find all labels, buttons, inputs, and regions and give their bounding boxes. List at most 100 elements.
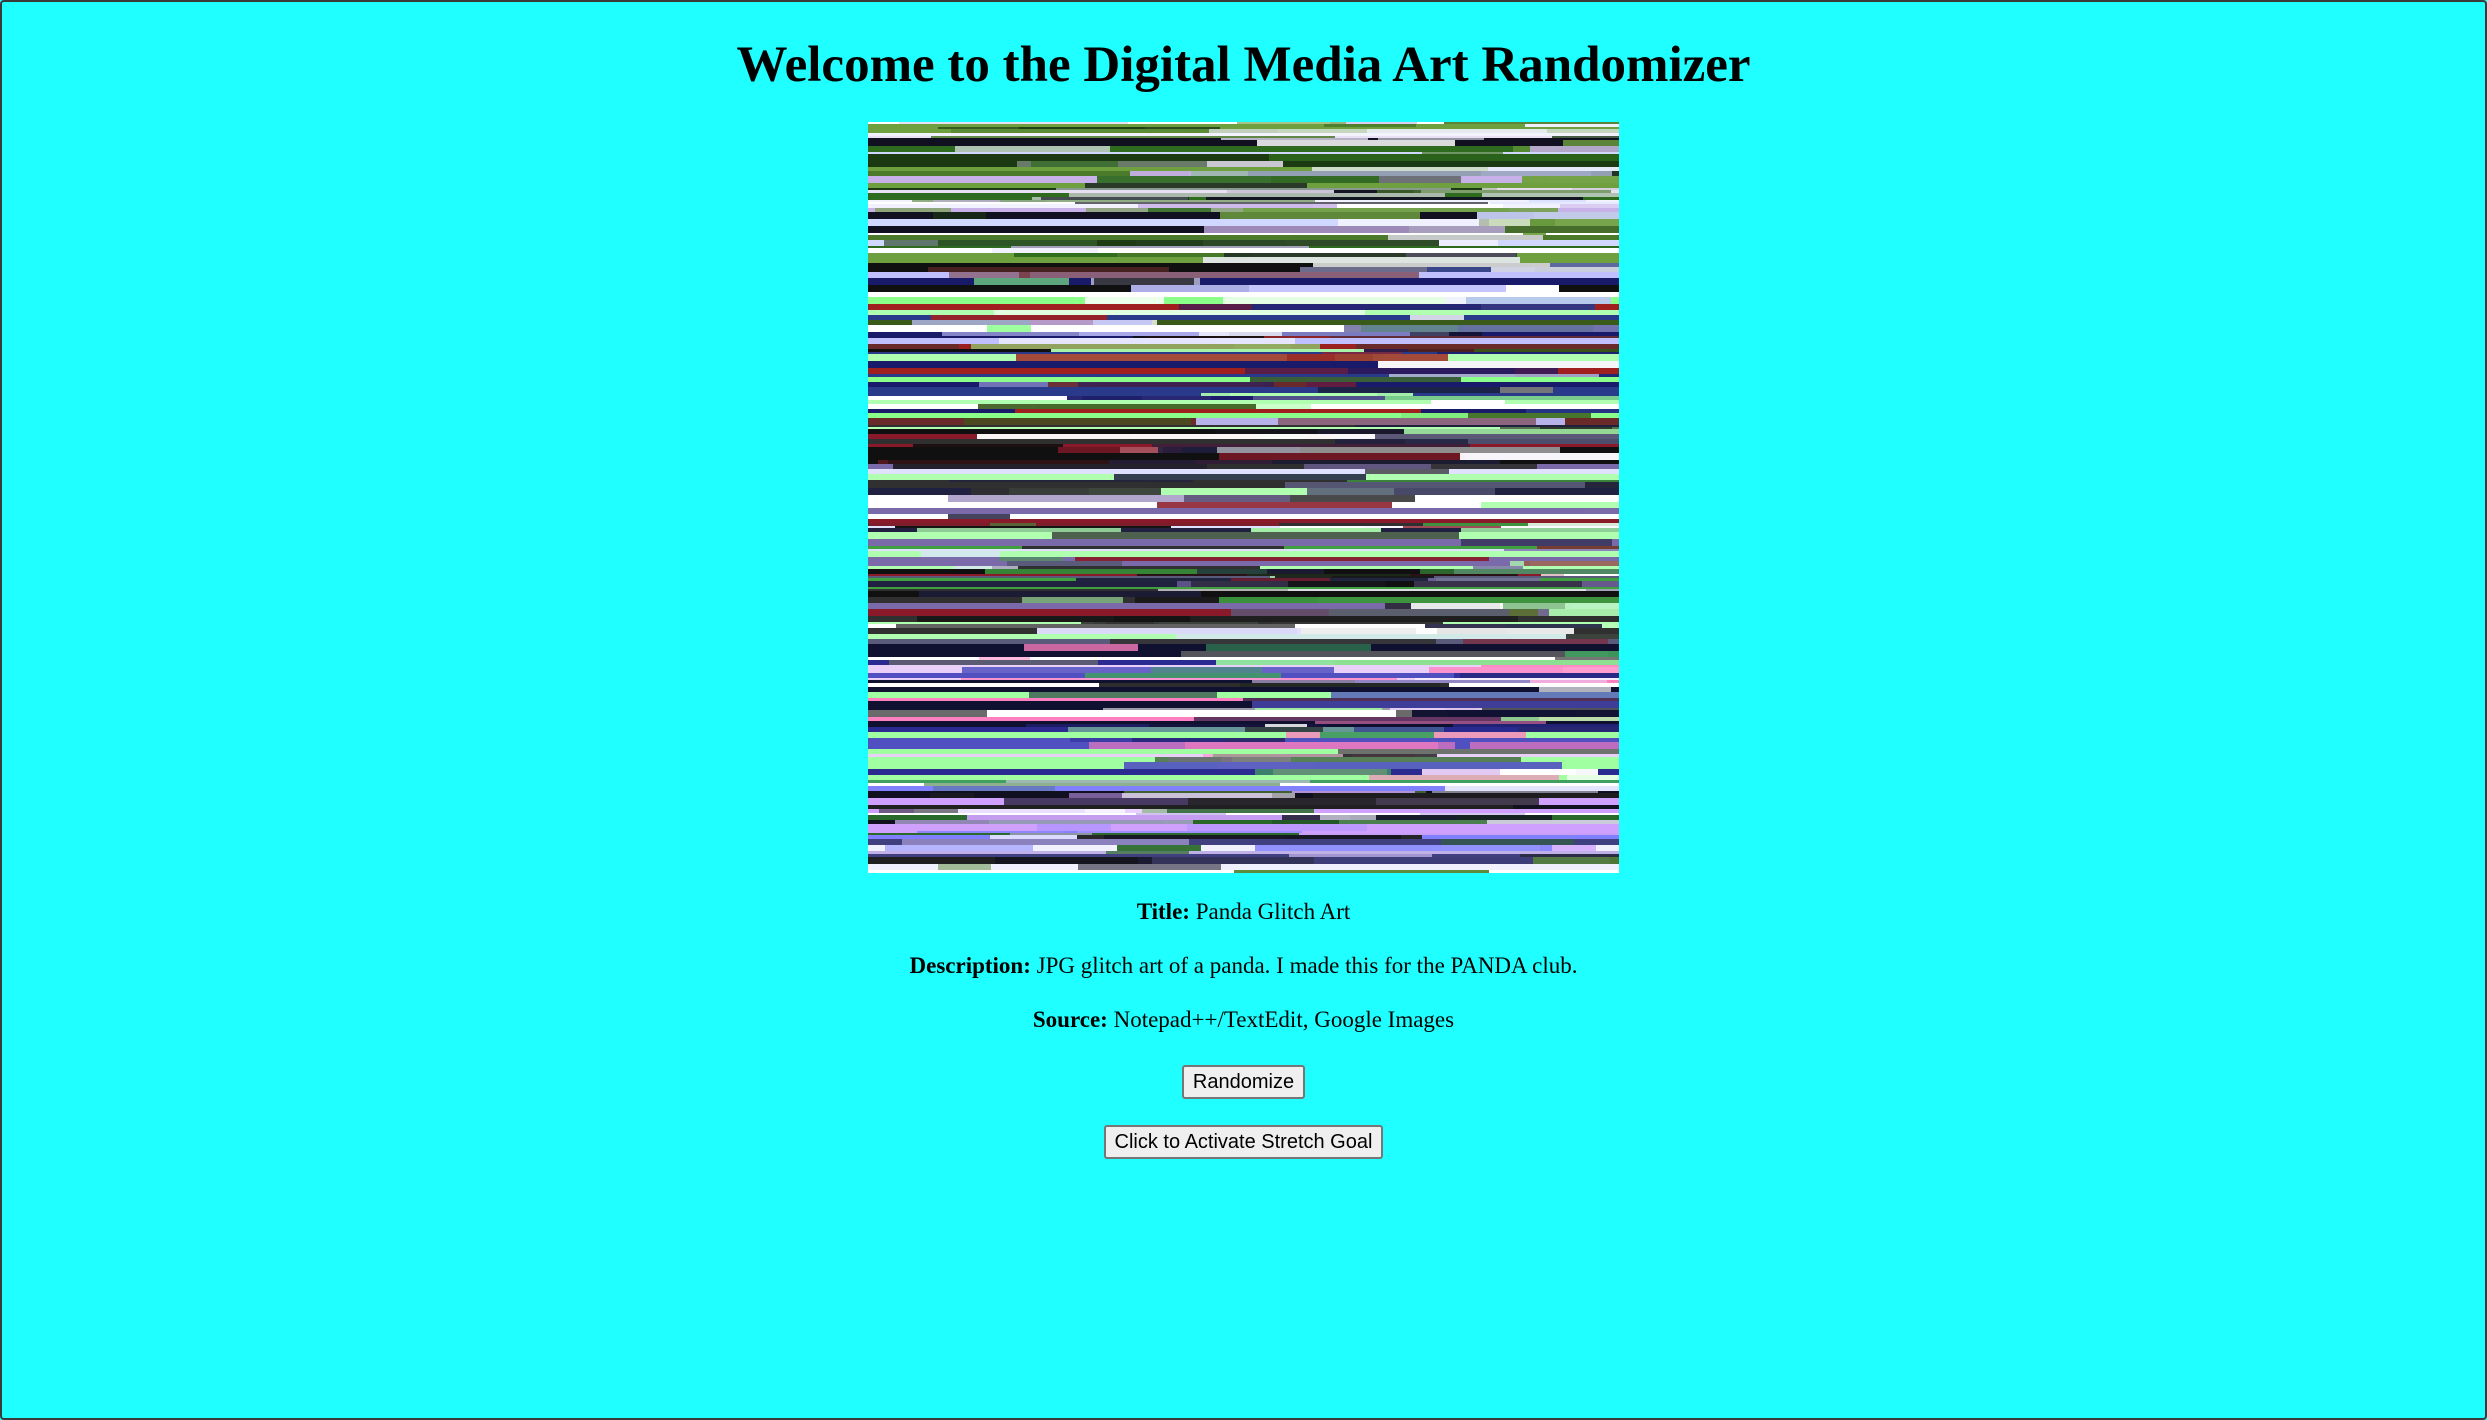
glitch-segment [928,267,1169,272]
glitch-segment [1289,854,1432,857]
glitch-segment [1533,616,1619,622]
glitch-segment [1520,854,1619,857]
glitch-segment [1437,352,1619,354]
glitch-segment [1497,188,1619,190]
glitch-segment [1422,152,1503,154]
glitch-segment [1338,219,1530,226]
glitch-segment [1052,532,1459,539]
stretch-goal-button[interactable]: Click to Activate Stretch Goal [1103,1125,1384,1159]
glitch-segment [942,332,1229,336]
page-title: Welcome to the Digital Media Art Randomi… [736,37,1751,93]
glitch-segment [1286,519,1557,523]
glitch-segment [1075,202,1488,204]
glitch-segment [889,660,1098,665]
glitch-segment [1231,609,1509,616]
glitch-segment [987,710,1396,717]
glitch-segment [1285,482,1585,488]
glitch-segment [1318,387,1553,393]
randomize-button[interactable]: Randomize [1181,1065,1306,1099]
glitch-segment [1500,603,1619,609]
glitch-segment [1470,742,1619,749]
glitch-segment [1563,140,1619,146]
glitch-segment [999,338,1295,344]
glitch-segment [1555,657,1619,660]
glitch-segment [919,591,1201,597]
glitch-segment [1155,757,1521,762]
glitch-segment [1224,253,1517,257]
glitch-segment [912,320,1152,325]
source-label: Source: [1032,1007,1108,1032]
glitch-segment [1201,393,1413,396]
glitch-segment [1269,154,1619,161]
glitch-segment [1189,171,1612,176]
glitch-segment [1320,815,1376,820]
glitch-segment [1024,644,1138,651]
glitch-segment [1412,710,1619,717]
glitch-segment [978,404,1256,409]
glitch-segment [1137,574,1518,576]
glitch-segment [1037,628,1301,634]
artwork-description: JPG glitch art of a panda. I made this f… [1036,953,1578,978]
glitch-segment [948,495,1290,502]
glitch-segment [1292,791,1415,793]
glitch-segment [961,678,1397,680]
glitch-segment [1332,434,1619,439]
glitch-segment [884,240,1203,246]
glitch-segment [1221,138,1368,140]
glitch-segment [1179,304,1481,310]
glitch-segment [1348,246,1619,248]
glitch-segment [987,325,1031,332]
glitch-segment [1522,176,1619,183]
glitch-segment [1481,665,1619,667]
glitch-stripe [868,140,1619,146]
glitch-art-image [868,122,1619,873]
glitch-segment [1550,263,1619,267]
glitch-segment [879,809,958,813]
glitch-segment [1237,122,1346,124]
glitch-stripe [868,854,1619,857]
glitch-segment [1378,361,1619,368]
glitch-segment [1513,805,1619,809]
glitch-segment [992,248,1098,253]
glitch-segment [1474,349,1619,352]
glitch-segment [1354,727,1619,732]
glitch-segment [1151,667,1262,673]
artwork-source-line: Source: Notepad++/TextEdit, Google Image… [2,1005,2485,1035]
glitch-segment [902,839,1189,845]
glitch-segment [1022,546,1284,549]
glitch-segment [954,566,1018,569]
glitch-segment [1206,644,1371,651]
glitch-segment [1377,190,1611,193]
glitch-segment [1257,140,1455,146]
glitch-segment [1075,557,1489,561]
glitch-segment [1138,857,1533,864]
glitch-segment [1389,374,1599,377]
glitch-segment [1209,129,1619,133]
glitch-segment [895,820,1193,824]
glitch-segment [1501,717,1619,721]
glitch-segment [1078,864,1221,870]
glitch-segment [1420,813,1525,815]
artwork-title: Panda Glitch Art [1195,899,1351,924]
glitch-segment [1252,680,1607,683]
glitch-segment [1251,528,1381,532]
glitch-segment [1390,708,1482,710]
glitch-segment [1234,870,1489,873]
glitch-segment [931,315,1107,320]
glitch-segment [1031,161,1118,167]
glitch-segment [1304,464,1431,469]
glitch-segment [1445,786,1619,791]
glitch-segment [896,624,1295,628]
glitch-segment [1331,692,1619,698]
glitch-segment [1312,167,1619,171]
artwork-image [868,122,1619,873]
artwork-title-line: Title: Panda Glitch Art [2,897,2485,927]
glitch-segment [1114,474,1366,480]
glitch-segment [1313,793,1619,798]
glitch-segment [1176,634,1569,639]
glitch-segment [1428,578,1540,581]
glitch-segment [1297,628,1437,634]
glitch-stripe [868,400,1619,404]
glitch-segment [1385,396,1619,400]
glitch-segment [1441,839,1574,845]
